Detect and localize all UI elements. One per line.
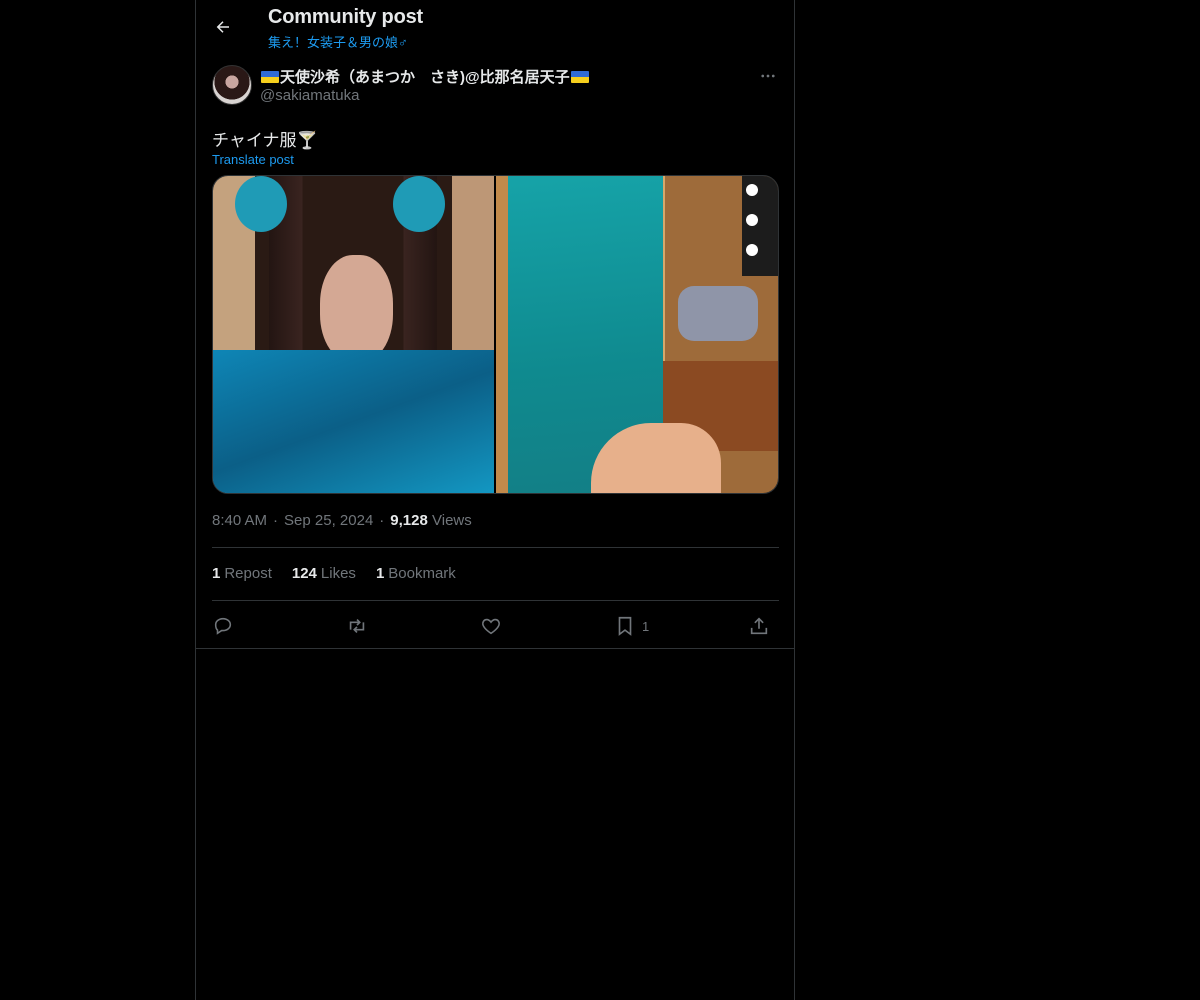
views: 9,128 Views <box>390 512 471 529</box>
divider <box>212 600 779 601</box>
ukraine-flag-icon <box>570 70 589 83</box>
author-handle[interactable]: @sakiamatuka <box>260 87 359 104</box>
share-button[interactable] <box>748 612 770 640</box>
post-meta: 8:40 AM · Sep 25, 2024 · 9,128 Views <box>212 512 472 529</box>
photo-detail <box>746 244 758 256</box>
photo-detail <box>746 184 758 196</box>
post-actions: 1 <box>212 612 779 640</box>
post-media[interactable] <box>212 175 779 494</box>
meta-separator: · <box>379 512 385 529</box>
bookmarks-stat[interactable]: 1 Bookmark <box>376 565 456 582</box>
post-text: チャイナ服🍸 <box>212 131 318 150</box>
likes-label: Likes <box>320 565 356 582</box>
media-photo-2[interactable] <box>495 176 778 493</box>
page-title: Community post <box>268 6 423 28</box>
author-display-name[interactable]: 天使沙希（あまつか さき)@比那名居天子 <box>260 66 590 87</box>
views-count: 9,128 <box>390 512 428 529</box>
reply-button[interactable] <box>212 612 234 640</box>
back-button[interactable] <box>206 10 240 44</box>
like-button[interactable] <box>480 612 502 640</box>
reposts-count: 1 <box>212 565 221 582</box>
divider <box>196 648 794 649</box>
post-author: 天使沙希（あまつか さき)@比那名居天子 @sakiamatuka <box>196 64 794 114</box>
bookmark-icon <box>618 616 632 636</box>
photo-detail <box>319 255 393 364</box>
post-time[interactable]: 8:40 AM <box>212 512 267 529</box>
repost-icon <box>349 618 365 634</box>
heart-icon <box>482 618 500 635</box>
page-header: Community post 集え！女装子＆男の娘♂ <box>196 0 794 56</box>
more-button[interactable] <box>756 64 780 88</box>
arrow-left-icon <box>216 21 229 33</box>
more-horizontal-icon <box>761 74 775 78</box>
photo-detail <box>746 214 758 226</box>
reply-icon <box>214 617 232 635</box>
author-name-text: 天使沙希（あまつか さき)@比那名居天子 <box>280 69 570 86</box>
bookmark-button[interactable]: 1 <box>614 612 649 640</box>
share-icon <box>750 617 768 635</box>
photo-detail <box>742 176 778 276</box>
translate-post-link[interactable]: Translate post <box>212 152 794 170</box>
reposts-label: Repost <box>224 565 272 582</box>
views-label: Views <box>432 512 472 529</box>
post-date[interactable]: Sep 25, 2024 <box>284 512 373 529</box>
ukraine-flag-icon <box>261 70 279 83</box>
photo-detail <box>235 176 287 232</box>
divider <box>212 547 779 548</box>
post-stats: 1 Repost 124 Likes 1 Bookmark <box>212 565 456 582</box>
media-photo-1[interactable] <box>213 176 496 493</box>
bookmarks-label: Bookmark <box>388 565 456 582</box>
meta-separator: · <box>273 512 279 529</box>
photo-detail <box>678 286 758 341</box>
photo-detail <box>393 176 445 232</box>
bookmarks-count: 1 <box>375 565 385 582</box>
avatar[interactable] <box>212 65 252 105</box>
likes-stat[interactable]: 124 Likes <box>292 565 356 582</box>
bookmark-count: 1 <box>642 618 650 634</box>
community-link[interactable]: 集え！女装子＆男の娘♂ <box>268 32 408 51</box>
post-column: Community post 集え！女装子＆男の娘♂ 天使沙希（あまつか さき)… <box>195 0 795 1000</box>
photo-detail <box>213 350 494 493</box>
repost-button[interactable] <box>346 612 368 640</box>
likes-count: 124 <box>291 565 317 582</box>
reposts-stat[interactable]: 1 Repost <box>212 565 272 582</box>
